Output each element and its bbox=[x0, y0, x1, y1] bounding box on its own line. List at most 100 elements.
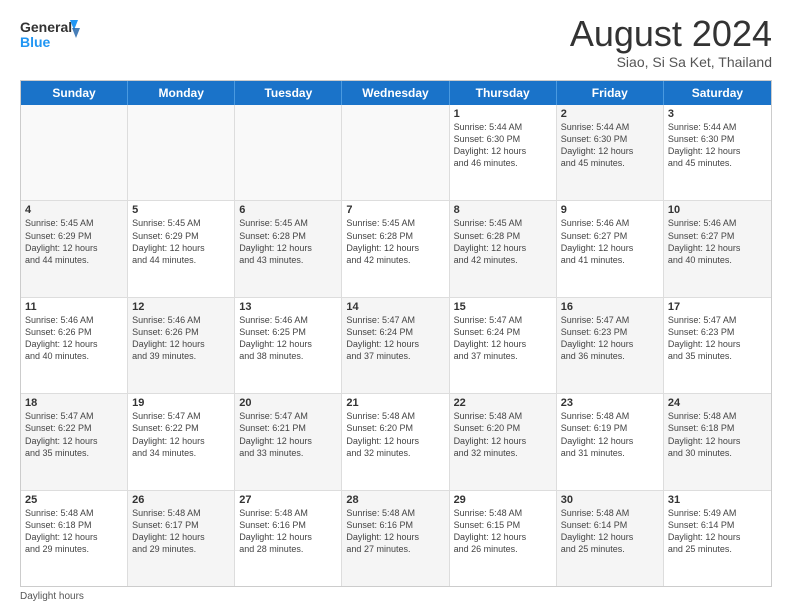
cell-info: Sunrise: 5:47 AMSunset: 6:21 PMDaylight:… bbox=[239, 410, 337, 459]
header-tuesday: Tuesday bbox=[235, 81, 342, 105]
table-row: 16Sunrise: 5:47 AMSunset: 6:23 PMDayligh… bbox=[557, 298, 664, 393]
table-row: 5Sunrise: 5:45 AMSunset: 6:29 PMDaylight… bbox=[128, 201, 235, 296]
table-row: 18Sunrise: 5:47 AMSunset: 6:22 PMDayligh… bbox=[21, 394, 128, 489]
table-row: 23Sunrise: 5:48 AMSunset: 6:19 PMDayligh… bbox=[557, 394, 664, 489]
day-number: 5 bbox=[132, 204, 230, 216]
day-number: 10 bbox=[668, 204, 767, 216]
footer-note: Daylight hours bbox=[20, 591, 772, 602]
page: General Blue August 2024 Siao, Si Sa Ket… bbox=[0, 0, 792, 612]
cell-info: Sunrise: 5:47 AMSunset: 6:22 PMDaylight:… bbox=[25, 410, 123, 459]
table-row: 22Sunrise: 5:48 AMSunset: 6:20 PMDayligh… bbox=[450, 394, 557, 489]
svg-text:Blue: Blue bbox=[20, 34, 51, 50]
cell-info: Sunrise: 5:49 AMSunset: 6:14 PMDaylight:… bbox=[668, 507, 767, 556]
calendar-body: 1Sunrise: 5:44 AMSunset: 6:30 PMDaylight… bbox=[21, 105, 771, 586]
svg-text:General: General bbox=[20, 19, 72, 35]
cell-info: Sunrise: 5:48 AMSunset: 6:17 PMDaylight:… bbox=[132, 507, 230, 556]
day-number: 6 bbox=[239, 204, 337, 216]
month-title: August 2024 bbox=[570, 16, 772, 52]
table-row: 24Sunrise: 5:48 AMSunset: 6:18 PMDayligh… bbox=[664, 394, 771, 489]
day-number: 19 bbox=[132, 397, 230, 409]
day-number: 3 bbox=[668, 108, 767, 120]
cell-info: Sunrise: 5:48 AMSunset: 6:16 PMDaylight:… bbox=[239, 507, 337, 556]
table-row: 21Sunrise: 5:48 AMSunset: 6:20 PMDayligh… bbox=[342, 394, 449, 489]
calendar-header: SundayMondayTuesdayWednesdayThursdayFrid… bbox=[21, 81, 771, 105]
logo: General Blue bbox=[20, 16, 80, 58]
table-row: 12Sunrise: 5:46 AMSunset: 6:26 PMDayligh… bbox=[128, 298, 235, 393]
header: General Blue August 2024 Siao, Si Sa Ket… bbox=[20, 16, 772, 70]
cell-info: Sunrise: 5:48 AMSunset: 6:19 PMDaylight:… bbox=[561, 410, 659, 459]
cell-info: Sunrise: 5:46 AMSunset: 6:27 PMDaylight:… bbox=[561, 217, 659, 266]
table-row: 20Sunrise: 5:47 AMSunset: 6:21 PMDayligh… bbox=[235, 394, 342, 489]
table-row: 15Sunrise: 5:47 AMSunset: 6:24 PMDayligh… bbox=[450, 298, 557, 393]
table-row: 30Sunrise: 5:48 AMSunset: 6:14 PMDayligh… bbox=[557, 491, 664, 586]
table-row: 19Sunrise: 5:47 AMSunset: 6:22 PMDayligh… bbox=[128, 394, 235, 489]
cell-info: Sunrise: 5:46 AMSunset: 6:26 PMDaylight:… bbox=[25, 314, 123, 363]
day-number: 28 bbox=[346, 494, 444, 506]
day-number: 8 bbox=[454, 204, 552, 216]
table-row: 27Sunrise: 5:48 AMSunset: 6:16 PMDayligh… bbox=[235, 491, 342, 586]
day-number: 16 bbox=[561, 301, 659, 313]
day-number: 20 bbox=[239, 397, 337, 409]
day-number: 17 bbox=[668, 301, 767, 313]
cell-info: Sunrise: 5:45 AMSunset: 6:29 PMDaylight:… bbox=[132, 217, 230, 266]
table-row: 6Sunrise: 5:45 AMSunset: 6:28 PMDaylight… bbox=[235, 201, 342, 296]
daylight-label: Daylight hours bbox=[20, 591, 84, 602]
table-row: 2Sunrise: 5:44 AMSunset: 6:30 PMDaylight… bbox=[557, 105, 664, 200]
cell-info: Sunrise: 5:46 AMSunset: 6:26 PMDaylight:… bbox=[132, 314, 230, 363]
calendar: SundayMondayTuesdayWednesdayThursdayFrid… bbox=[20, 80, 772, 587]
table-row bbox=[128, 105, 235, 200]
header-wednesday: Wednesday bbox=[342, 81, 449, 105]
day-number: 26 bbox=[132, 494, 230, 506]
cell-info: Sunrise: 5:45 AMSunset: 6:28 PMDaylight:… bbox=[346, 217, 444, 266]
cell-info: Sunrise: 5:47 AMSunset: 6:23 PMDaylight:… bbox=[561, 314, 659, 363]
day-number: 22 bbox=[454, 397, 552, 409]
day-number: 27 bbox=[239, 494, 337, 506]
cell-info: Sunrise: 5:44 AMSunset: 6:30 PMDaylight:… bbox=[561, 121, 659, 170]
week-row-1: 1Sunrise: 5:44 AMSunset: 6:30 PMDaylight… bbox=[21, 105, 771, 201]
logo-svg: General Blue bbox=[20, 16, 80, 58]
week-row-4: 18Sunrise: 5:47 AMSunset: 6:22 PMDayligh… bbox=[21, 394, 771, 490]
header-sunday: Sunday bbox=[21, 81, 128, 105]
header-friday: Friday bbox=[557, 81, 664, 105]
cell-info: Sunrise: 5:47 AMSunset: 6:24 PMDaylight:… bbox=[346, 314, 444, 363]
cell-info: Sunrise: 5:45 AMSunset: 6:29 PMDaylight:… bbox=[25, 217, 123, 266]
table-row: 11Sunrise: 5:46 AMSunset: 6:26 PMDayligh… bbox=[21, 298, 128, 393]
table-row: 26Sunrise: 5:48 AMSunset: 6:17 PMDayligh… bbox=[128, 491, 235, 586]
cell-info: Sunrise: 5:48 AMSunset: 6:15 PMDaylight:… bbox=[454, 507, 552, 556]
cell-info: Sunrise: 5:46 AMSunset: 6:27 PMDaylight:… bbox=[668, 217, 767, 266]
location-subtitle: Siao, Si Sa Ket, Thailand bbox=[570, 54, 772, 70]
table-row: 29Sunrise: 5:48 AMSunset: 6:15 PMDayligh… bbox=[450, 491, 557, 586]
table-row: 4Sunrise: 5:45 AMSunset: 6:29 PMDaylight… bbox=[21, 201, 128, 296]
day-number: 9 bbox=[561, 204, 659, 216]
table-row: 14Sunrise: 5:47 AMSunset: 6:24 PMDayligh… bbox=[342, 298, 449, 393]
day-number: 1 bbox=[454, 108, 552, 120]
cell-info: Sunrise: 5:46 AMSunset: 6:25 PMDaylight:… bbox=[239, 314, 337, 363]
cell-info: Sunrise: 5:48 AMSunset: 6:18 PMDaylight:… bbox=[668, 410, 767, 459]
day-number: 11 bbox=[25, 301, 123, 313]
cell-info: Sunrise: 5:44 AMSunset: 6:30 PMDaylight:… bbox=[668, 121, 767, 170]
header-monday: Monday bbox=[128, 81, 235, 105]
header-saturday: Saturday bbox=[664, 81, 771, 105]
cell-info: Sunrise: 5:48 AMSunset: 6:18 PMDaylight:… bbox=[25, 507, 123, 556]
table-row: 25Sunrise: 5:48 AMSunset: 6:18 PMDayligh… bbox=[21, 491, 128, 586]
cell-info: Sunrise: 5:44 AMSunset: 6:30 PMDaylight:… bbox=[454, 121, 552, 170]
cell-info: Sunrise: 5:47 AMSunset: 6:24 PMDaylight:… bbox=[454, 314, 552, 363]
table-row: 28Sunrise: 5:48 AMSunset: 6:16 PMDayligh… bbox=[342, 491, 449, 586]
day-number: 2 bbox=[561, 108, 659, 120]
cell-info: Sunrise: 5:47 AMSunset: 6:23 PMDaylight:… bbox=[668, 314, 767, 363]
table-row: 7Sunrise: 5:45 AMSunset: 6:28 PMDaylight… bbox=[342, 201, 449, 296]
day-number: 30 bbox=[561, 494, 659, 506]
header-thursday: Thursday bbox=[450, 81, 557, 105]
cell-info: Sunrise: 5:45 AMSunset: 6:28 PMDaylight:… bbox=[454, 217, 552, 266]
table-row bbox=[21, 105, 128, 200]
day-number: 13 bbox=[239, 301, 337, 313]
table-row: 8Sunrise: 5:45 AMSunset: 6:28 PMDaylight… bbox=[450, 201, 557, 296]
day-number: 12 bbox=[132, 301, 230, 313]
cell-info: Sunrise: 5:47 AMSunset: 6:22 PMDaylight:… bbox=[132, 410, 230, 459]
table-row: 13Sunrise: 5:46 AMSunset: 6:25 PMDayligh… bbox=[235, 298, 342, 393]
day-number: 14 bbox=[346, 301, 444, 313]
cell-info: Sunrise: 5:48 AMSunset: 6:20 PMDaylight:… bbox=[454, 410, 552, 459]
week-row-2: 4Sunrise: 5:45 AMSunset: 6:29 PMDaylight… bbox=[21, 201, 771, 297]
table-row bbox=[342, 105, 449, 200]
table-row: 3Sunrise: 5:44 AMSunset: 6:30 PMDaylight… bbox=[664, 105, 771, 200]
